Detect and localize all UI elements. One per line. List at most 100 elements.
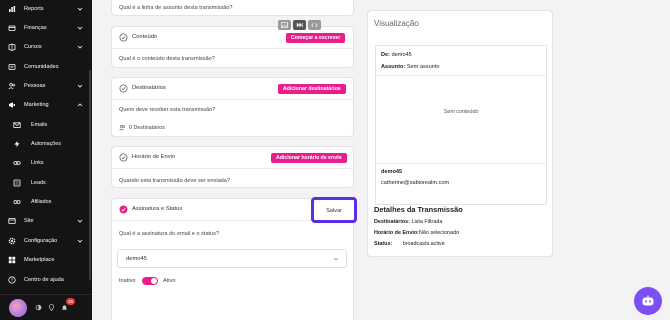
preview-from: De: demo45 [381,52,412,58]
sidebar-item-label: Leads [31,180,46,186]
affiliates-icon [13,198,21,206]
sidebar-item-marketing[interactable]: Marketing [0,98,92,112]
image-icon [281,22,288,28]
sidebar-item-financas[interactable]: Finanças [0,21,92,35]
skip-tool-button[interactable] [293,20,306,30]
chevron-up-icon [77,103,83,107]
avatar[interactable] [9,299,27,317]
sidebar-item-marketplace[interactable]: Marketplace [0,253,92,267]
sidebar-item-comunidades[interactable]: Comunidades [0,60,92,74]
signature-select-value: demo45 [126,256,147,262]
sidebar-item-label: Marketplace [24,257,55,263]
skip-forward-icon [296,22,303,28]
preview-subject-key: Assunto: [381,64,406,70]
check-circle-icon [119,33,128,42]
chevron-down-icon [77,26,83,30]
content-card: Conteúdo Começar a escrever Qual é o con… [111,20,354,68]
details-recipients: Destinatários: Lista Filtrada [374,219,442,225]
check-circle-icon [119,84,128,93]
sidebar-item-label: Links [31,160,44,166]
sidebar-item-label: Comunidades [24,64,59,70]
sidebar-item-reports[interactable]: Reports [0,2,92,16]
content-question: Qual é o conteúdo desta transmissão? [119,56,215,62]
chevron-down-icon [333,257,339,261]
finance-icon [8,24,16,32]
schedule-question: Quando esta transmissão deve ser enviada… [119,178,231,184]
sidebar-item-configuracao[interactable]: Configuração [0,234,92,248]
divider [376,75,546,76]
chevron-down-icon [77,84,83,88]
preview-panel: Visualização De: demo45 Assunto: Sem ass… [367,10,553,257]
add-schedule-button[interactable]: Adicionar horário de envio [271,153,347,163]
status-toggle[interactable] [142,277,158,285]
divider [376,163,546,164]
start-writing-button[interactable]: Começar a escrever [286,33,346,43]
code-tool-button[interactable] [308,20,321,30]
subject-question: Qual é a linha de assunto desta transmis… [119,5,233,11]
inactive-label: Inativo [119,278,136,284]
chat-support-button[interactable] [634,287,662,315]
leads-icon [13,179,21,187]
signature-select[interactable]: demo45 [117,249,347,268]
subject-card: Qual é a linha de assunto desta transmis… [111,0,354,16]
preview-signature-name: demo45 [381,169,403,175]
bell-icon[interactable] [61,304,68,311]
marketplace-icon [8,256,16,264]
people-icon [8,82,16,90]
recipients-count: 0 Destinatários [129,125,165,131]
settings-icon [8,237,16,245]
svg-text:?: ? [11,278,14,283]
sidebar-item-automacoes[interactable]: Automações [0,137,92,151]
sidebar-item-centro-de-ajuda[interactable]: ? Centro de ajuda [0,273,92,287]
save-button[interactable]: Salvar [311,197,357,223]
add-recipients-button[interactable]: Adicionar destinatários [278,84,346,94]
sidebar-item-cursos[interactable]: Cursos [0,40,92,54]
location-icon[interactable] [48,304,55,311]
preview-subject: Assunto: Sem assunto [381,64,439,70]
sidebar-item-label: Finanças [24,25,47,31]
marketing-icon [8,101,16,109]
sidebar: Reports Finanças Cursos Comunidades Pess… [0,0,92,320]
sidebar-item-label: Configuração [24,238,58,244]
chevron-down-icon [77,219,83,223]
sidebar-scrollbar[interactable] [89,70,91,280]
link-icon [13,159,21,167]
details-status: Status: broadcasts.active [374,241,445,247]
sidebar-item-label: Pessoas [24,83,46,89]
courses-icon [8,43,16,51]
details-title: Detalhes da Transmissão [374,205,463,214]
signature-question: Qual é a assinatura do email e o status? [119,231,220,237]
sidebar-item-pessoas[interactable]: Pessoas [0,79,92,93]
sidebar-item-site[interactable]: Site [0,214,92,228]
sidebar-footer: 36 [0,294,92,320]
details-status-value: broadcasts.active [402,241,445,247]
help-icon: ? [8,276,16,284]
automation-icon [13,140,21,148]
sidebar-item-afiliados[interactable]: Afiliados [0,195,92,209]
recipients-card: Destinatários Adicionar destinatários Qu… [111,77,354,137]
sidebar-item-emails[interactable]: Emails [0,118,92,132]
sidebar-item-label: Cursos [24,44,42,50]
email-preview: De: demo45 Assunto: Sem assunto Sem cont… [375,45,547,205]
chevron-down-icon [77,45,83,49]
sidebar-item-leads[interactable]: Leads [0,176,92,190]
image-tool-button[interactable] [278,20,291,30]
details-schedule-key: Horário de Envio: [374,230,419,236]
schedule-card-title: Horário de Envio [132,154,176,160]
people-icon [119,125,126,131]
content-card-title: Conteúdo [132,34,158,40]
sidebar-item-label: Emails [31,122,48,128]
schedule-card: Horário de Envio Adicionar horário de en… [111,146,354,188]
email-icon [13,121,21,129]
details-schedule-value: Não selecionado [418,230,460,236]
sidebar-item-label: Site [24,218,34,224]
sidebar-item-label: Afiliados [31,199,52,205]
active-label: Ativo [163,278,176,284]
notification-badge: 36 [66,298,76,305]
sidebar-item-links[interactable]: Links [0,156,92,170]
chevron-down-icon [77,239,83,243]
theme-toggle-icon[interactable] [35,304,42,311]
site-icon [8,217,16,225]
check-circle-icon [119,153,128,162]
preview-empty-text: Sem conteúdo [443,109,479,115]
